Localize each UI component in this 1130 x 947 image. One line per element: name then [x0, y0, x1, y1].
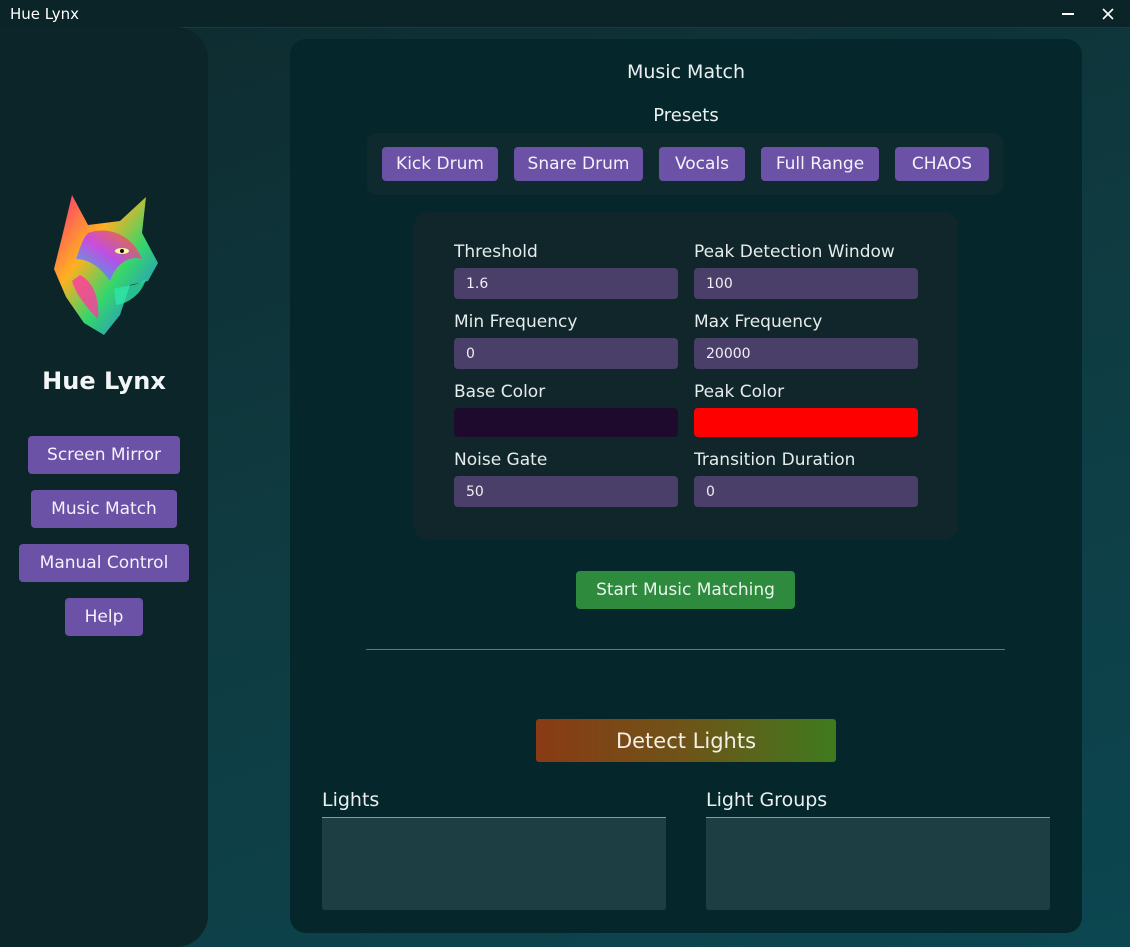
settings-panel: Threshold Peak Detection Window Min Freq…: [414, 212, 958, 540]
preset-snare-drum-button[interactable]: Snare Drum: [514, 147, 643, 181]
window-title: Hue Lynx: [10, 4, 80, 23]
min-frequency-input[interactable]: [454, 338, 678, 369]
min-frequency-label: Min Frequency: [454, 312, 578, 332]
noise-gate-input[interactable]: [454, 476, 678, 507]
nav-manual-control-button[interactable]: Manual Control: [19, 544, 189, 582]
page-title: Music Match: [626, 61, 746, 83]
presets-title: Presets: [653, 105, 719, 126]
transition-duration-label: Transition Duration: [694, 450, 856, 470]
nav-music-match-button[interactable]: Music Match: [31, 490, 177, 528]
threshold-input[interactable]: [454, 268, 678, 299]
preset-full-range-button[interactable]: Full Range: [761, 147, 879, 181]
start-music-matching-button[interactable]: Start Music Matching: [576, 571, 795, 609]
divider: [366, 649, 1005, 650]
lights-label: Lights: [322, 789, 380, 811]
max-frequency-input[interactable]: [694, 338, 918, 369]
close-icon[interactable]: [1090, 0, 1126, 27]
peak-window-label: Peak Detection Window: [694, 242, 895, 262]
lights-list[interactable]: [322, 817, 666, 910]
peak-color-label: Peak Color: [694, 382, 785, 402]
music-match-panel: Music Match Presets Kick Drum Snare Drum…: [290, 39, 1082, 933]
threshold-label: Threshold: [454, 242, 538, 262]
lynx-logo: [50, 185, 160, 345]
nav-screen-mirror-button[interactable]: Screen Mirror: [28, 436, 180, 474]
minimize-icon[interactable]: [1050, 0, 1086, 27]
transition-duration-input[interactable]: [694, 476, 918, 507]
peak-window-input[interactable]: [694, 268, 918, 299]
base-color-picker[interactable]: [454, 408, 678, 437]
preset-kick-drum-button[interactable]: Kick Drum: [382, 147, 498, 181]
noise-gate-label: Noise Gate: [454, 450, 548, 470]
peak-color-picker[interactable]: [694, 408, 918, 437]
max-frequency-label: Max Frequency: [694, 312, 823, 332]
light-groups-list[interactable]: [706, 817, 1050, 910]
preset-chaos-button[interactable]: CHAOS: [895, 147, 989, 181]
preset-bar: Kick Drum Snare Drum Vocals Full Range C…: [367, 133, 1003, 195]
nav-help-button[interactable]: Help: [65, 598, 143, 636]
app-name: Hue Lynx: [42, 367, 166, 395]
base-color-label: Base Color: [454, 382, 546, 402]
detect-lights-button[interactable]: Detect Lights: [536, 719, 836, 762]
sidebar: Hue Lynx Screen Mirror Music Match Manua…: [0, 27, 208, 947]
preset-vocals-button[interactable]: Vocals: [659, 147, 745, 181]
light-groups-label: Light Groups: [706, 789, 828, 811]
title-bar: Hue Lynx: [0, 0, 1130, 28]
